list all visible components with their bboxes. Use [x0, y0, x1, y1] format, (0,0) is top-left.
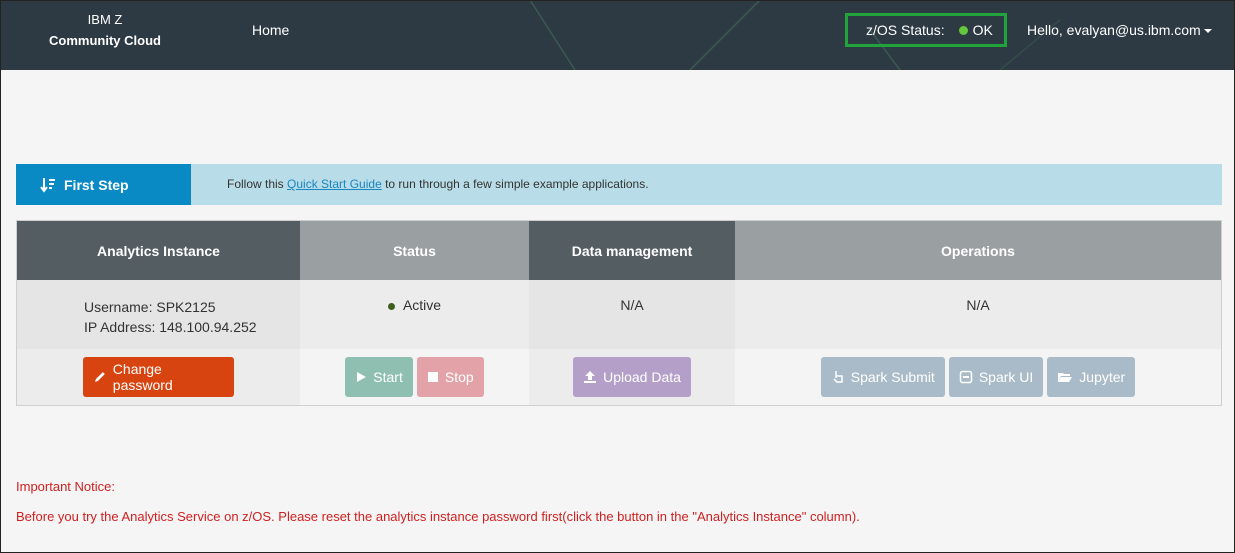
- stop-label: Stop: [444, 369, 474, 385]
- operations-value: N/A: [966, 297, 990, 313]
- start-button[interactable]: Start: [345, 357, 413, 397]
- zos-status-indicator: z/OS Status: OK: [845, 13, 1007, 47]
- upload-data-button[interactable]: Upload Data: [573, 357, 691, 397]
- zos-status-label: z/OS Status:: [866, 22, 945, 38]
- first-step-bar: First Step Follow this Quick Start Guide…: [16, 164, 1222, 205]
- notice-body: Before you try the Analytics Service on …: [16, 509, 860, 524]
- status-ok-dot-icon: [958, 25, 968, 35]
- pencil-icon: [94, 372, 105, 382]
- zos-status-value: OK: [972, 22, 993, 38]
- header-status: Status: [300, 221, 529, 280]
- brand-line2: Community Cloud: [49, 33, 161, 48]
- spark-submit-button[interactable]: Spark Submit: [820, 357, 945, 397]
- spark-ui-label: Spark UI: [978, 369, 1034, 385]
- data-management-value-cell: N/A: [529, 280, 735, 349]
- first-step-label: First Step: [64, 176, 129, 193]
- quick-start-guide-link[interactable]: Quick Start Guide: [287, 177, 382, 191]
- hand-pointer-icon: [833, 371, 843, 383]
- play-icon: [357, 372, 367, 382]
- active-dot-icon: [387, 302, 395, 310]
- window-icon: [959, 370, 973, 384]
- header-data-management: Data management: [529, 221, 735, 280]
- jupyter-label: Jupyter: [1079, 369, 1126, 385]
- top-header: IBM Z Community Cloud Home z/OS Status: …: [0, 0, 1235, 70]
- caret-down-icon: [1203, 29, 1212, 34]
- stop-icon: [427, 372, 438, 382]
- first-step-tab[interactable]: First Step: [16, 164, 191, 205]
- instance-username: Username: SPK2125: [84, 299, 216, 315]
- upload-data-label: Upload Data: [603, 369, 681, 385]
- column-analytics-instance: Analytics Instance Username: SPK2125 IP …: [17, 221, 300, 405]
- analytics-table: Analytics Instance Username: SPK2125 IP …: [16, 220, 1222, 406]
- header-operations: Operations: [735, 221, 1221, 280]
- instance-info: Username: SPK2125 IP Address: 148.100.94…: [17, 280, 300, 349]
- status-value-cell: Active: [300, 280, 529, 349]
- stop-button[interactable]: Stop: [416, 357, 484, 397]
- data-management-value: N/A: [620, 297, 644, 313]
- spark-ui-button[interactable]: Spark UI: [948, 357, 1044, 397]
- column-data-management: Data management N/A Upload Data: [529, 221, 735, 405]
- user-greeting: Hello, evalyan@us.ibm.com: [1027, 22, 1201, 38]
- sort-down-icon: [40, 177, 55, 193]
- jupyter-button[interactable]: Jupyter: [1047, 357, 1136, 397]
- status-value: Active: [402, 297, 442, 313]
- column-status: Status Active Start Stop: [300, 221, 529, 405]
- status-actions: Start Stop: [300, 349, 529, 405]
- spark-submit-label: Spark Submit: [850, 369, 935, 385]
- change-password-label: Change password: [112, 361, 173, 393]
- first-step-text-before: Follow this: [227, 177, 288, 191]
- brand-logo[interactable]: IBM Z Community Cloud: [30, 12, 180, 48]
- upload-icon: [584, 371, 597, 383]
- header-analytics-instance: Analytics Instance: [17, 221, 300, 280]
- operations-actions: Spark Submit Spark UI Jupyter: [735, 349, 1221, 405]
- notice-title: Important Notice:: [16, 479, 115, 494]
- column-operations: Operations N/A Spark Submit Spark UI Jup…: [735, 221, 1221, 405]
- change-password-button[interactable]: Change password: [83, 357, 234, 397]
- user-menu[interactable]: Hello, evalyan@us.ibm.com: [1027, 22, 1212, 38]
- data-management-actions: Upload Data: [529, 349, 735, 405]
- first-step-text-after: to run through a few simple example appl…: [381, 177, 649, 191]
- brand-line1: IBM Z: [87, 12, 123, 27]
- operations-value-cell: N/A: [735, 280, 1221, 349]
- start-label: Start: [373, 369, 403, 385]
- instance-ip: IP Address: 148.100.94.252: [84, 319, 257, 335]
- instance-actions: Change password: [17, 349, 300, 405]
- first-step-text: Follow this Quick Start Guide to run thr…: [227, 177, 649, 191]
- folder-open-icon: [1058, 373, 1073, 382]
- nav-home-link[interactable]: Home: [252, 22, 289, 38]
